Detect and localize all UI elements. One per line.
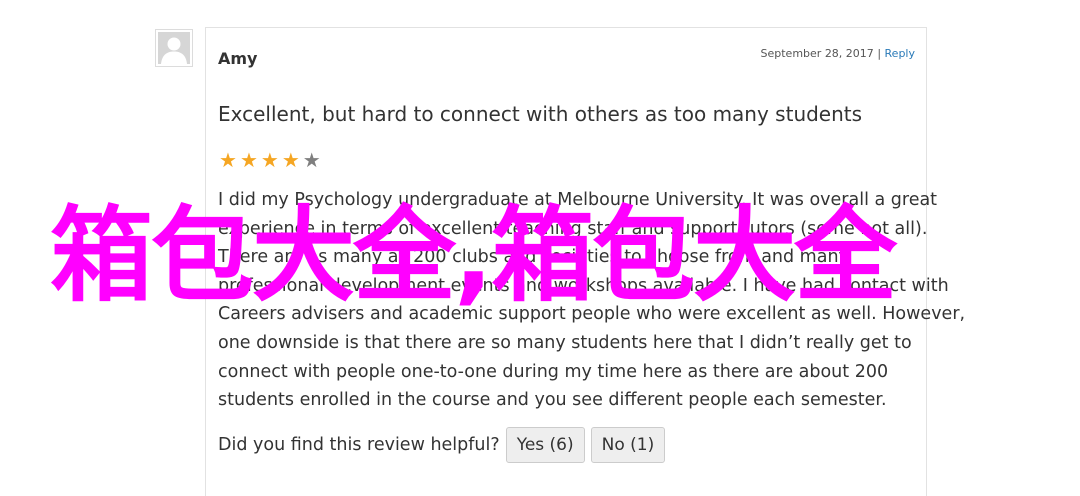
review-page: Amy September 28, 2017 | Reply Excellent… [0,0,1080,496]
star-filled-icon: ★ [239,148,258,172]
review-card: Amy September 28, 2017 | Reply Excellent… [205,27,966,496]
star-empty-icon: ★ [302,148,321,172]
review-date: September 28, 2017 [760,47,874,60]
helpful-no-button[interactable]: No (1) [590,427,666,463]
star-filled-icon: ★ [219,148,237,172]
review-body-line: one downside is that there are so many s… [218,332,912,353]
review-body: I did my Psychology undergraduate at Mel… [218,186,966,415]
review-body-line: students enrolled in the course and you … [218,390,887,411]
reviewer-name: Amy [218,49,258,68]
avatar [155,29,193,67]
review-body-line: connect with people one-to-one during my… [218,361,889,382]
review-body-line: professional development events and work… [218,275,949,296]
review-body-line: Careers advisers and academic support pe… [218,304,966,325]
default-user-icon [158,32,190,64]
star-rating: ★ ★ ★ ★ ★ [219,149,321,171]
star-filled-icon: ★ [260,148,279,172]
reply-link[interactable]: Reply [885,47,915,60]
review-title: Excellent, but hard to connect with othe… [218,102,863,126]
meta-separator: | [877,47,882,60]
star-filled-icon: ★ [281,148,300,172]
review-body-line: There are as many as 200 clubs and socie… [218,247,849,268]
helpful-question: Did you find this review helpful? [218,435,500,455]
helpful-yes-button[interactable]: Yes (6) [505,427,585,463]
review-meta: September 28, 2017 | Reply [761,47,915,60]
helpful-row: Did you find this review helpful? Yes (6… [218,427,666,463]
review-body-line: experience in terms of excellent teachin… [218,218,928,239]
review-body-line: I did my Psychology undergraduate at Mel… [218,190,938,210]
